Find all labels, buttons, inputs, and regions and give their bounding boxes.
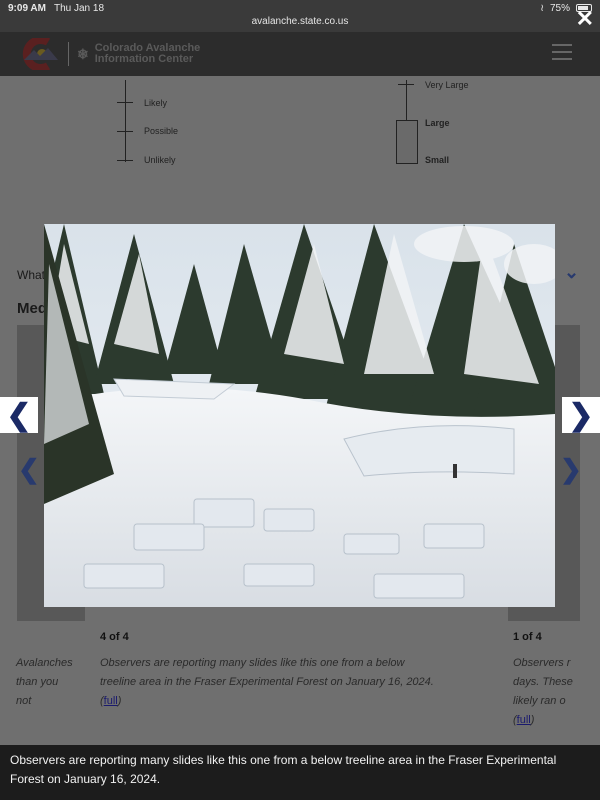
status-date: Thu Jan 18 [53,2,105,14]
center-caption-line2: treeline area in the Fraser Experimental… [100,676,434,688]
likelihood-tick [117,102,133,103]
right-caption-line3: likely ran o [513,695,566,707]
left-card-caption: Avalanches than you not [16,657,73,707]
slide-counter-right: 1 of 4 [513,631,542,643]
section-what[interactable]: What [17,268,45,282]
likelihood-tick [117,131,133,132]
full-link[interactable]: full [517,714,531,726]
size-label: Large [425,118,450,128]
org-name[interactable]: ❄ Colorado Avalanche Information Center [77,43,200,65]
size-indicator-box [396,120,418,164]
wifi-icon: ≀ [540,2,544,14]
section-media: Med [17,300,47,317]
status-bar: 9:09 AM Thu Jan 18 ≀ 75% [0,0,600,16]
menu-icon[interactable] [552,44,572,60]
close-icon[interactable]: ✕ [576,6,594,32]
right-caption-line2: days. These [513,676,573,688]
full-link[interactable]: full [104,695,118,707]
snowflake-icon: ❄ [77,45,89,62]
size-label: Very Large [425,80,469,90]
logo-divider [68,42,69,66]
likelihood-label: Likely [144,98,168,108]
chevron-right-icon: ❯ [568,398,594,432]
size-label: Small [425,155,450,165]
lightbox-photo [44,224,555,607]
size-axis [406,80,407,120]
slide-counter-center: 4 of 4 [100,631,129,643]
carousel-prev-icon[interactable]: ❮ [18,454,40,485]
lightbox-caption: Observers are reporting many slides like… [0,745,600,800]
size-tick [398,84,414,85]
battery-percent: 75% [549,2,570,14]
likelihood-tick [117,160,133,161]
likelihood-label: Unlikely [144,155,176,165]
org-name-line2: Information Center [94,53,194,65]
chevron-down-icon[interactable]: ⌄ [564,262,579,283]
chevron-left-icon: ❮ [6,398,32,432]
center-card-caption: Observers are reporting many slides like… [100,654,500,711]
status-time: 9:09 AM [8,2,46,14]
url-bar[interactable]: avalanche.state.co.us [0,16,600,32]
lightbox-prev-button[interactable]: ❮ [0,397,38,433]
carousel-next-icon[interactable]: ❯ [560,454,582,485]
likelihood-axis [125,80,126,162]
right-caption-line1: Observers r [513,657,571,669]
site-header: ❄ Colorado Avalanche Information Center [0,32,600,76]
likelihood-label: Possible [144,126,179,136]
colorado-logo-icon[interactable] [22,36,60,72]
center-caption-line1: Observers are reporting many slides like… [100,657,405,669]
right-card-caption: Observers r days. These likely ran o (fu… [513,654,600,730]
lightbox-next-button[interactable]: ❯ [562,397,600,433]
url-text: avalanche.state.co.us [251,16,349,27]
